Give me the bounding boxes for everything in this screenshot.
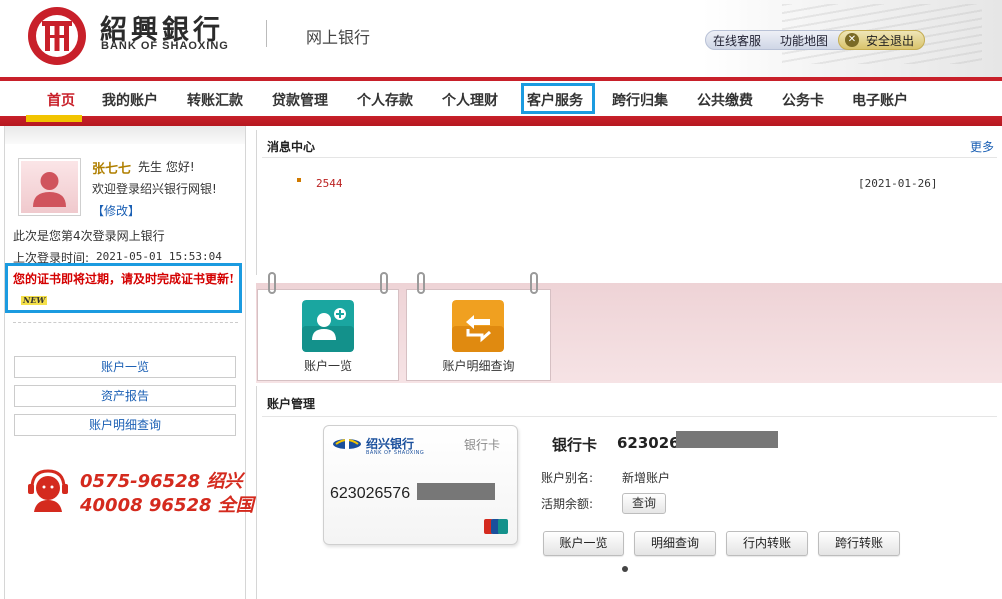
nav-item-home[interactable]: 首页 — [47, 90, 75, 110]
login-count: 此次是您第4次登录网上银行 — [13, 229, 165, 243]
binder-ring-icon — [417, 272, 425, 294]
logout-label[interactable]: 安全退出 — [866, 32, 914, 49]
nav-highlight-box — [521, 83, 595, 114]
account-number-mask — [676, 431, 778, 448]
customer-service-headset-icon — [28, 469, 68, 512]
hotline-national: 40008 96528 全国 — [80, 495, 254, 516]
message-center — [256, 130, 1002, 275]
user-panel-divider — [13, 322, 238, 323]
close-icon: ✕ — [845, 33, 859, 47]
card-type: 银行卡 — [464, 438, 501, 452]
quick-link-asset-report[interactable]: 资产报告 — [14, 385, 236, 407]
alias-value: 新增账户 — [622, 471, 671, 485]
account-type-label: 银行卡 — [552, 436, 598, 454]
message-divider — [262, 157, 997, 158]
carousel-dot[interactable] — [622, 566, 628, 572]
hotline-local: 0575-96528 绍兴 — [80, 471, 243, 492]
function-map-link[interactable]: 功能地图 — [780, 32, 828, 49]
quick-link-account-overview[interactable]: 账户一览 — [14, 356, 236, 378]
welcome-text: 欢迎登录绍兴银行网银! — [92, 182, 217, 196]
card-number-mask — [417, 483, 495, 500]
detail-query-button[interactable]: 明细查询 — [634, 531, 716, 556]
nav-item-cross-bank[interactable]: 跨行归集 — [612, 90, 668, 110]
certificate-highlight-box — [5, 263, 242, 313]
last-login-time: 2021-05-01 15:53:04 — [96, 250, 222, 263]
query-balance-button[interactable]: 查询 — [622, 493, 666, 514]
bank-card-logo-icon — [333, 439, 361, 449]
bank-name-en: BANK OF SHAOXING — [101, 40, 229, 52]
nav-item-public-payment[interactable]: 公共缴费 — [697, 90, 753, 110]
nav-item-deposit[interactable]: 个人存款 — [357, 90, 413, 110]
bank-logo-icon — [28, 7, 86, 65]
nav-item-e-account[interactable]: 电子账户 — [852, 90, 908, 110]
interbank-transfer-button[interactable]: 跨行转账 — [818, 531, 900, 556]
header-divider — [266, 20, 267, 47]
binder-ring-icon — [268, 272, 276, 294]
account-divider — [262, 416, 997, 417]
online-service-link[interactable]: 在线客服 — [713, 32, 761, 49]
binder-ring-icon — [380, 272, 388, 294]
edit-profile-link[interactable]: 【修改】 — [92, 202, 140, 219]
nav-active-indicator — [26, 115, 82, 122]
shortcut-label-account-details[interactable]: 账户明细查询 — [406, 357, 551, 374]
user-avatar-icon — [33, 172, 66, 207]
nav-item-business-card[interactable]: 公务卡 — [782, 90, 824, 110]
transfer-arrows-icon[interactable] — [452, 300, 504, 352]
quick-link-account-details[interactable]: 账户明细查询 — [14, 414, 236, 436]
shortcut-label-account-overview[interactable]: 账户一览 — [257, 357, 399, 374]
account-management-title: 账户管理 — [267, 397, 316, 411]
alias-label: 账户别名: — [541, 471, 594, 485]
bullet-icon — [297, 178, 301, 182]
internal-transfer-button[interactable]: 行内转账 — [726, 531, 808, 556]
user-name: 张七七 — [92, 162, 132, 177]
user-add-icon[interactable] — [302, 300, 354, 352]
unionpay-icon — [484, 519, 508, 534]
nav-item-loan[interactable]: 贷款管理 — [272, 90, 328, 110]
user-panel-header — [5, 126, 245, 144]
account-overview-button[interactable]: 账户一览 — [543, 531, 624, 556]
message-date: [2021-01-26] — [858, 177, 938, 190]
account-number: 623026 — [617, 434, 680, 452]
message-center-title: 消息中心 — [267, 140, 316, 154]
card-bank-name-en: BANK OF SHAOXING — [366, 450, 425, 456]
nav-item-transfer[interactable]: 转账汇款 — [187, 90, 243, 110]
user-greeting: 先生 您好! — [138, 160, 195, 174]
binder-ring-icon — [530, 272, 538, 294]
message-item[interactable]: 2544 — [316, 177, 343, 190]
message-more-link[interactable]: 更多 — [970, 138, 994, 155]
nav-item-my-account[interactable]: 我的账户 — [102, 90, 158, 110]
site-name: 网上银行 — [306, 28, 371, 47]
card-number: 623026576 — [330, 485, 411, 502]
nav-bottom-bar — [0, 116, 1002, 126]
balance-label: 活期余额: — [541, 497, 594, 511]
main-nav: 首页 我的账户 转账汇款 贷款管理 个人存款 个人理财 客户服务 跨行归集 公共… — [0, 81, 1002, 116]
nav-item-wealth[interactable]: 个人理财 — [442, 90, 498, 110]
avatar — [18, 158, 81, 216]
